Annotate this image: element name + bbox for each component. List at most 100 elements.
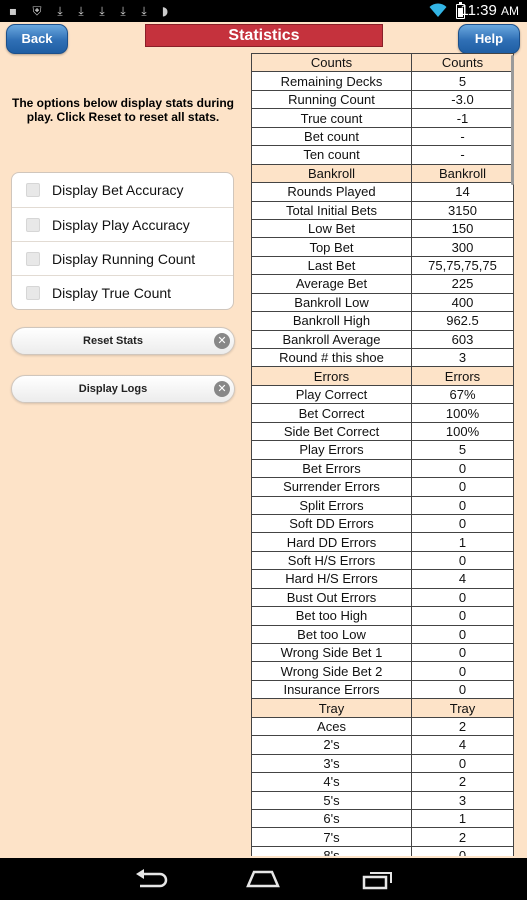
table-row: Play Errors 5	[251, 440, 514, 460]
table-row: Hard H/S Errors 4	[251, 569, 514, 589]
table-row: Bet Errors 0	[251, 458, 514, 479]
checkbox[interactable]	[26, 252, 40, 266]
stat-label: Bankroll Average	[251, 329, 412, 350]
status-bar: ▪ ⛨ ⤓ ⤓ ⤓ ⤓ ⤓ ◗ 11:39 AM	[0, 0, 527, 22]
stat-label: True count	[251, 108, 412, 128]
stat-value: 150	[411, 218, 514, 239]
stat-value: 100%	[411, 421, 514, 442]
option-true-count[interactable]: Display True Count	[12, 275, 233, 309]
stat-label: 3's	[251, 753, 412, 774]
stat-label: 7's	[251, 827, 412, 847]
stat-value: 2	[411, 716, 514, 737]
table-row: Low Bet 150	[251, 218, 514, 239]
stats-table-container[interactable]: Counts Counts Remaining Decks 5 Running Coun…	[251, 53, 515, 856]
stat-label: Rounds Played	[251, 182, 412, 202]
stat-label: Remaining Decks	[251, 71, 412, 91]
stat-label: Round # this shoe	[251, 347, 412, 368]
stat-value: 2	[411, 772, 514, 792]
stat-value: 5	[411, 440, 514, 460]
table-row: Bust Out Errors 0	[251, 587, 514, 608]
stat-value: 0	[411, 513, 514, 534]
table-row: Ten count -	[251, 145, 514, 165]
stat-value: 0	[411, 642, 514, 663]
back-button[interactable]: Back	[6, 24, 68, 54]
table-row: 2's 4	[251, 735, 514, 755]
stat-value: 962.5	[411, 311, 514, 331]
stat-label: Split Errors	[251, 495, 412, 515]
table-row: Average Bet 225	[251, 274, 514, 294]
option-label: Display Play Accuracy	[52, 217, 190, 233]
table-section-header: Tray Tray	[251, 698, 514, 718]
stat-label: Bet Errors	[251, 458, 412, 479]
table-row: Hard DD Errors 1	[251, 532, 514, 552]
table-row: 8's 0	[251, 845, 514, 856]
scrollbar[interactable]	[511, 55, 514, 185]
section-label: Tray	[251, 698, 412, 718]
checkbox[interactable]	[26, 183, 40, 197]
stat-value: 14	[411, 182, 514, 202]
close-icon[interactable]: ✕	[214, 381, 230, 397]
stat-label: Last Bet	[251, 255, 412, 276]
intro-text: The options below display stats during p…	[11, 96, 235, 124]
option-label: Display Running Count	[52, 251, 196, 267]
stat-label: Ten count	[251, 145, 412, 165]
table-row: Bankroll High 962.5	[251, 311, 514, 331]
stat-value: 603	[411, 329, 514, 350]
stat-value: 1	[411, 808, 514, 829]
table-row: Wrong Side Bet 20	[251, 661, 514, 681]
stat-label: 6's	[251, 808, 412, 829]
stat-value: 75,75,75,75	[411, 255, 514, 276]
stat-value: 100%	[411, 403, 514, 423]
stat-label: Bet Correct	[251, 403, 412, 423]
page-title: Statistics	[145, 24, 383, 47]
stat-label: Hard DD Errors	[251, 532, 412, 552]
stat-value: 3	[411, 347, 514, 368]
stat-label: Wrong Side Bet 2	[251, 661, 412, 681]
stat-value: -	[411, 126, 514, 147]
table-row: Remaining Decks 5	[251, 71, 514, 91]
stat-label: Bet count	[251, 126, 412, 147]
table-row: Aces 2	[251, 716, 514, 737]
table-row: True count -1	[251, 108, 514, 128]
stat-label: Side Bet Correct	[251, 421, 412, 442]
stat-label: Bankroll High	[251, 311, 412, 331]
table-row: 5's 3	[251, 790, 514, 810]
help-button[interactable]: Help	[458, 24, 520, 54]
table-row: Insurance Errors 0	[251, 679, 514, 700]
table-row: 4's 2	[251, 772, 514, 792]
table-row: Surrender Errors 0	[251, 477, 514, 497]
stat-value: 0	[411, 679, 514, 700]
display-logs-label: Display Logs	[78, 383, 148, 395]
options-group: Display Bet Accuracy Display Play Accura…	[11, 172, 234, 310]
stat-value: 0	[411, 753, 514, 774]
stat-value: 0	[411, 587, 514, 608]
back-nav-icon[interactable]	[134, 868, 168, 890]
table-row: 7's 2	[251, 827, 514, 847]
stat-label: Aces	[251, 716, 412, 737]
section-label: Tray	[411, 698, 514, 718]
stat-label: Bust Out Errors	[251, 587, 412, 608]
close-icon[interactable]: ✕	[214, 333, 230, 349]
reset-stats-button[interactable]: Reset Stats ✕	[11, 327, 235, 355]
stat-value: 0	[411, 661, 514, 681]
option-play-accuracy[interactable]: Display Play Accuracy	[12, 207, 233, 241]
option-bet-accuracy[interactable]: Display Bet Accuracy	[12, 173, 233, 207]
checkbox[interactable]	[26, 218, 40, 232]
stat-value: 0	[411, 606, 514, 626]
table-row: Bankroll Average 603	[251, 329, 514, 350]
download-icon: ⤓	[120, 4, 126, 18]
stat-label: Insurance Errors	[251, 679, 412, 700]
wifi-icon	[429, 3, 447, 17]
stat-label: Bankroll Low	[251, 292, 412, 313]
section-label: Errors	[251, 366, 412, 386]
stat-label: Wrong Side Bet 1	[251, 642, 412, 663]
display-logs-button[interactable]: Display Logs ✕	[11, 375, 235, 403]
section-label: Bankroll	[251, 163, 412, 184]
recent-apps-nav-icon[interactable]	[362, 868, 394, 890]
download-icon: ⤓	[57, 4, 63, 18]
stat-label: 2's	[251, 735, 412, 755]
option-running-count[interactable]: Display Running Count	[12, 241, 233, 275]
checkbox[interactable]	[26, 286, 40, 300]
table-row: Rounds Played 14	[251, 182, 514, 202]
home-nav-icon[interactable]	[246, 870, 280, 888]
